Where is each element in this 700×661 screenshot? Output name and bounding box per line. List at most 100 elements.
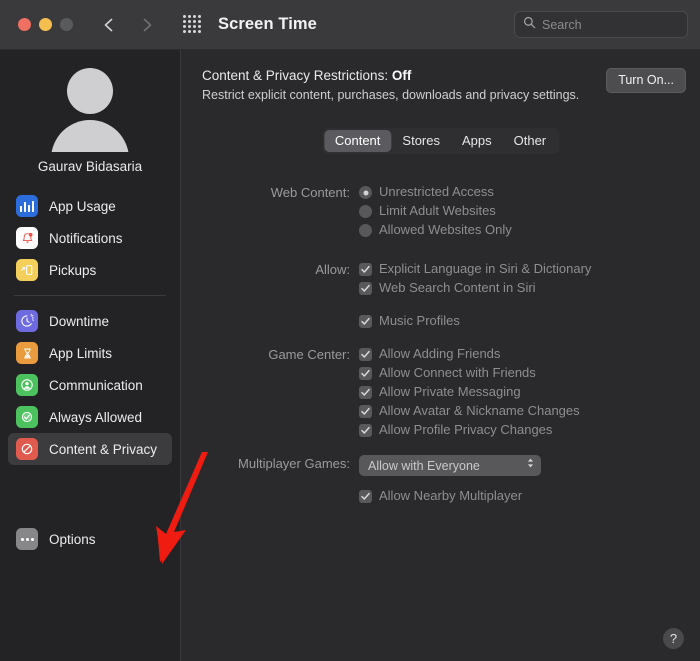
game-center-option[interactable]: Allow Profile Privacy Changes	[359, 422, 700, 438]
sidebar-item-label: Pickups	[49, 262, 97, 278]
minimize-window-button[interactable]	[39, 18, 52, 31]
avatar	[46, 64, 134, 152]
checkbox-label: Allow Private Messaging	[379, 384, 521, 399]
checkbox-web-search-content-siri[interactable]	[359, 282, 372, 295]
checkbox-label: Allow Connect with Friends	[379, 365, 536, 380]
sidebar-item-communication[interactable]: Communication	[8, 369, 172, 401]
tab-other[interactable]: Other	[503, 130, 558, 152]
radio-allowed-websites-only[interactable]	[359, 224, 372, 237]
tab-apps[interactable]: Apps	[451, 130, 503, 152]
sidebar-item-options[interactable]: Options	[8, 523, 172, 555]
panel-title: Content & Privacy Restrictions: Off	[202, 68, 606, 83]
sidebar-item-downtime[interactable]: Downtime	[8, 305, 172, 337]
sidebar-item-app-usage[interactable]: App Usage	[8, 190, 172, 222]
prohibited-icon	[16, 438, 38, 460]
window-titlebar: Screen Time	[0, 0, 700, 50]
sidebar-item-label: Options	[49, 531, 96, 547]
radio-unrestricted-access[interactable]	[359, 186, 372, 199]
row-label-empty	[181, 488, 359, 489]
search-field[interactable]	[514, 11, 700, 38]
checkbox-allow-adding-friends[interactable]	[359, 348, 372, 361]
downtime-clock-icon	[16, 310, 38, 332]
sidebar-item-label: Notifications	[49, 230, 123, 246]
show-all-preferences-grid-icon[interactable]	[183, 15, 202, 34]
restrictions-status: Off	[391, 68, 412, 83]
sidebar-item-label: App Limits	[49, 345, 113, 361]
bar-chart-icon	[16, 195, 38, 217]
web-content-option[interactable]: Unrestricted Access	[359, 184, 700, 200]
radio-limit-adult-websites[interactable]	[359, 205, 372, 218]
avatar-body	[51, 120, 129, 152]
form-gap	[181, 332, 700, 346]
row-label-empty	[181, 365, 359, 366]
sidebar-item-content-privacy[interactable]: Content & Privacy	[8, 433, 172, 465]
zoom-window-button[interactable]	[60, 18, 73, 31]
checkbox-label: Allow Avatar & Nickname Changes	[379, 403, 580, 418]
checkbox-explicit-language-siri[interactable]	[359, 263, 372, 276]
sidebar-item-label: Downtime	[49, 313, 110, 329]
allow-row: Web Search Content in Siri	[181, 280, 700, 296]
checkbox-music-profiles[interactable]	[359, 315, 372, 328]
allow-label: Allow:	[315, 262, 350, 277]
sidebar-nav-list: App Usage Notifications Pickups Downtime…	[0, 190, 180, 555]
checkbox-label: Music Profiles	[379, 313, 460, 328]
tab-content[interactable]: Content	[323, 130, 392, 152]
close-window-button[interactable]	[18, 18, 31, 31]
game-center-row: Allow Connect with Friends	[181, 365, 700, 381]
nearby-multiplayer-option[interactable]: Allow Nearby Multiplayer	[359, 488, 700, 504]
game-center-row: Allow Private Messaging	[181, 384, 700, 400]
game-center-option[interactable]: Allow Avatar & Nickname Changes	[359, 403, 700, 419]
user-profile-block: Gaurav Bidasaria	[0, 64, 180, 174]
panel-header: Content & Privacy Restrictions: Off Rest…	[181, 68, 700, 102]
row-label-empty	[181, 203, 359, 204]
sidebar-item-app-limits[interactable]: App Limits	[8, 337, 172, 369]
person-circle-icon	[16, 374, 38, 396]
game-center-row: Game Center: Allow Adding Friends	[181, 346, 700, 362]
panel-header-text: Content & Privacy Restrictions: Off Rest…	[202, 68, 606, 102]
multiplayer-games-dropdown[interactable]: Allow with Everyone	[359, 455, 541, 476]
game-center-option[interactable]: Allow Connect with Friends	[359, 365, 700, 381]
search-icon	[523, 16, 536, 34]
row-label-empty	[181, 422, 359, 423]
multiplayer-games-control[interactable]: Allow with Everyone	[359, 455, 700, 476]
game-center-option[interactable]: Allow Adding Friends	[359, 346, 700, 362]
game-center-row: Allow Profile Privacy Changes	[181, 422, 700, 438]
music-profiles-option[interactable]: Music Profiles	[359, 313, 700, 329]
sidebar-item-notifications[interactable]: Notifications	[8, 222, 172, 254]
tab-stores[interactable]: Stores	[391, 130, 451, 152]
back-chevron-icon[interactable]	[101, 17, 117, 33]
sidebar-item-label: Always Allowed	[49, 409, 143, 425]
radio-label: Unrestricted Access	[379, 184, 494, 199]
main-content-panel: Content & Privacy Restrictions: Off Rest…	[181, 50, 700, 661]
checkbox-allow-connect-with-friends[interactable]	[359, 367, 372, 380]
form-gap	[181, 299, 700, 313]
web-content-option[interactable]: Limit Adult Websites	[359, 203, 700, 219]
sidebar-item-always-allowed[interactable]: Always Allowed	[8, 401, 172, 433]
checkbox-allow-private-messaging[interactable]	[359, 386, 372, 399]
search-input[interactable]	[536, 17, 700, 32]
checkbox-label: Web Search Content in Siri	[379, 280, 536, 295]
allow-row: Allow: Explicit Language in Siri & Dicti…	[181, 261, 700, 277]
panel-title-prefix: Content & Privacy Restrictions:	[202, 68, 389, 83]
phone-pickup-icon	[16, 259, 38, 281]
checkbox-allow-avatar-nickname-changes[interactable]	[359, 405, 372, 418]
bell-icon	[16, 227, 38, 249]
allow-option[interactable]: Explicit Language in Siri & Dictionary	[359, 261, 700, 277]
sidebar-item-label: Communication	[49, 377, 143, 393]
forward-chevron-icon[interactable]	[139, 17, 155, 33]
web-content-row: Limit Adult Websites	[181, 203, 700, 219]
help-button[interactable]: ?	[663, 628, 684, 649]
checkbox-label: Allow Nearby Multiplayer	[379, 488, 523, 503]
checkbox-allow-nearby-multiplayer[interactable]	[359, 490, 372, 503]
multiplayer-games-label: Multiplayer Games:	[238, 456, 350, 471]
nearby-multiplayer-row: Allow Nearby Multiplayer	[181, 488, 700, 504]
turn-on-button[interactable]: Turn On...	[606, 68, 686, 93]
ellipsis-icon	[16, 528, 38, 550]
navigation-buttons	[101, 17, 155, 33]
web-content-option[interactable]: Allowed Websites Only	[359, 222, 700, 238]
sidebar-item-pickups[interactable]: Pickups	[8, 254, 172, 286]
game-center-option[interactable]: Allow Private Messaging	[359, 384, 700, 400]
checkbox-allow-profile-privacy-changes[interactable]	[359, 424, 372, 437]
allow-option[interactable]: Web Search Content in Siri	[359, 280, 700, 296]
